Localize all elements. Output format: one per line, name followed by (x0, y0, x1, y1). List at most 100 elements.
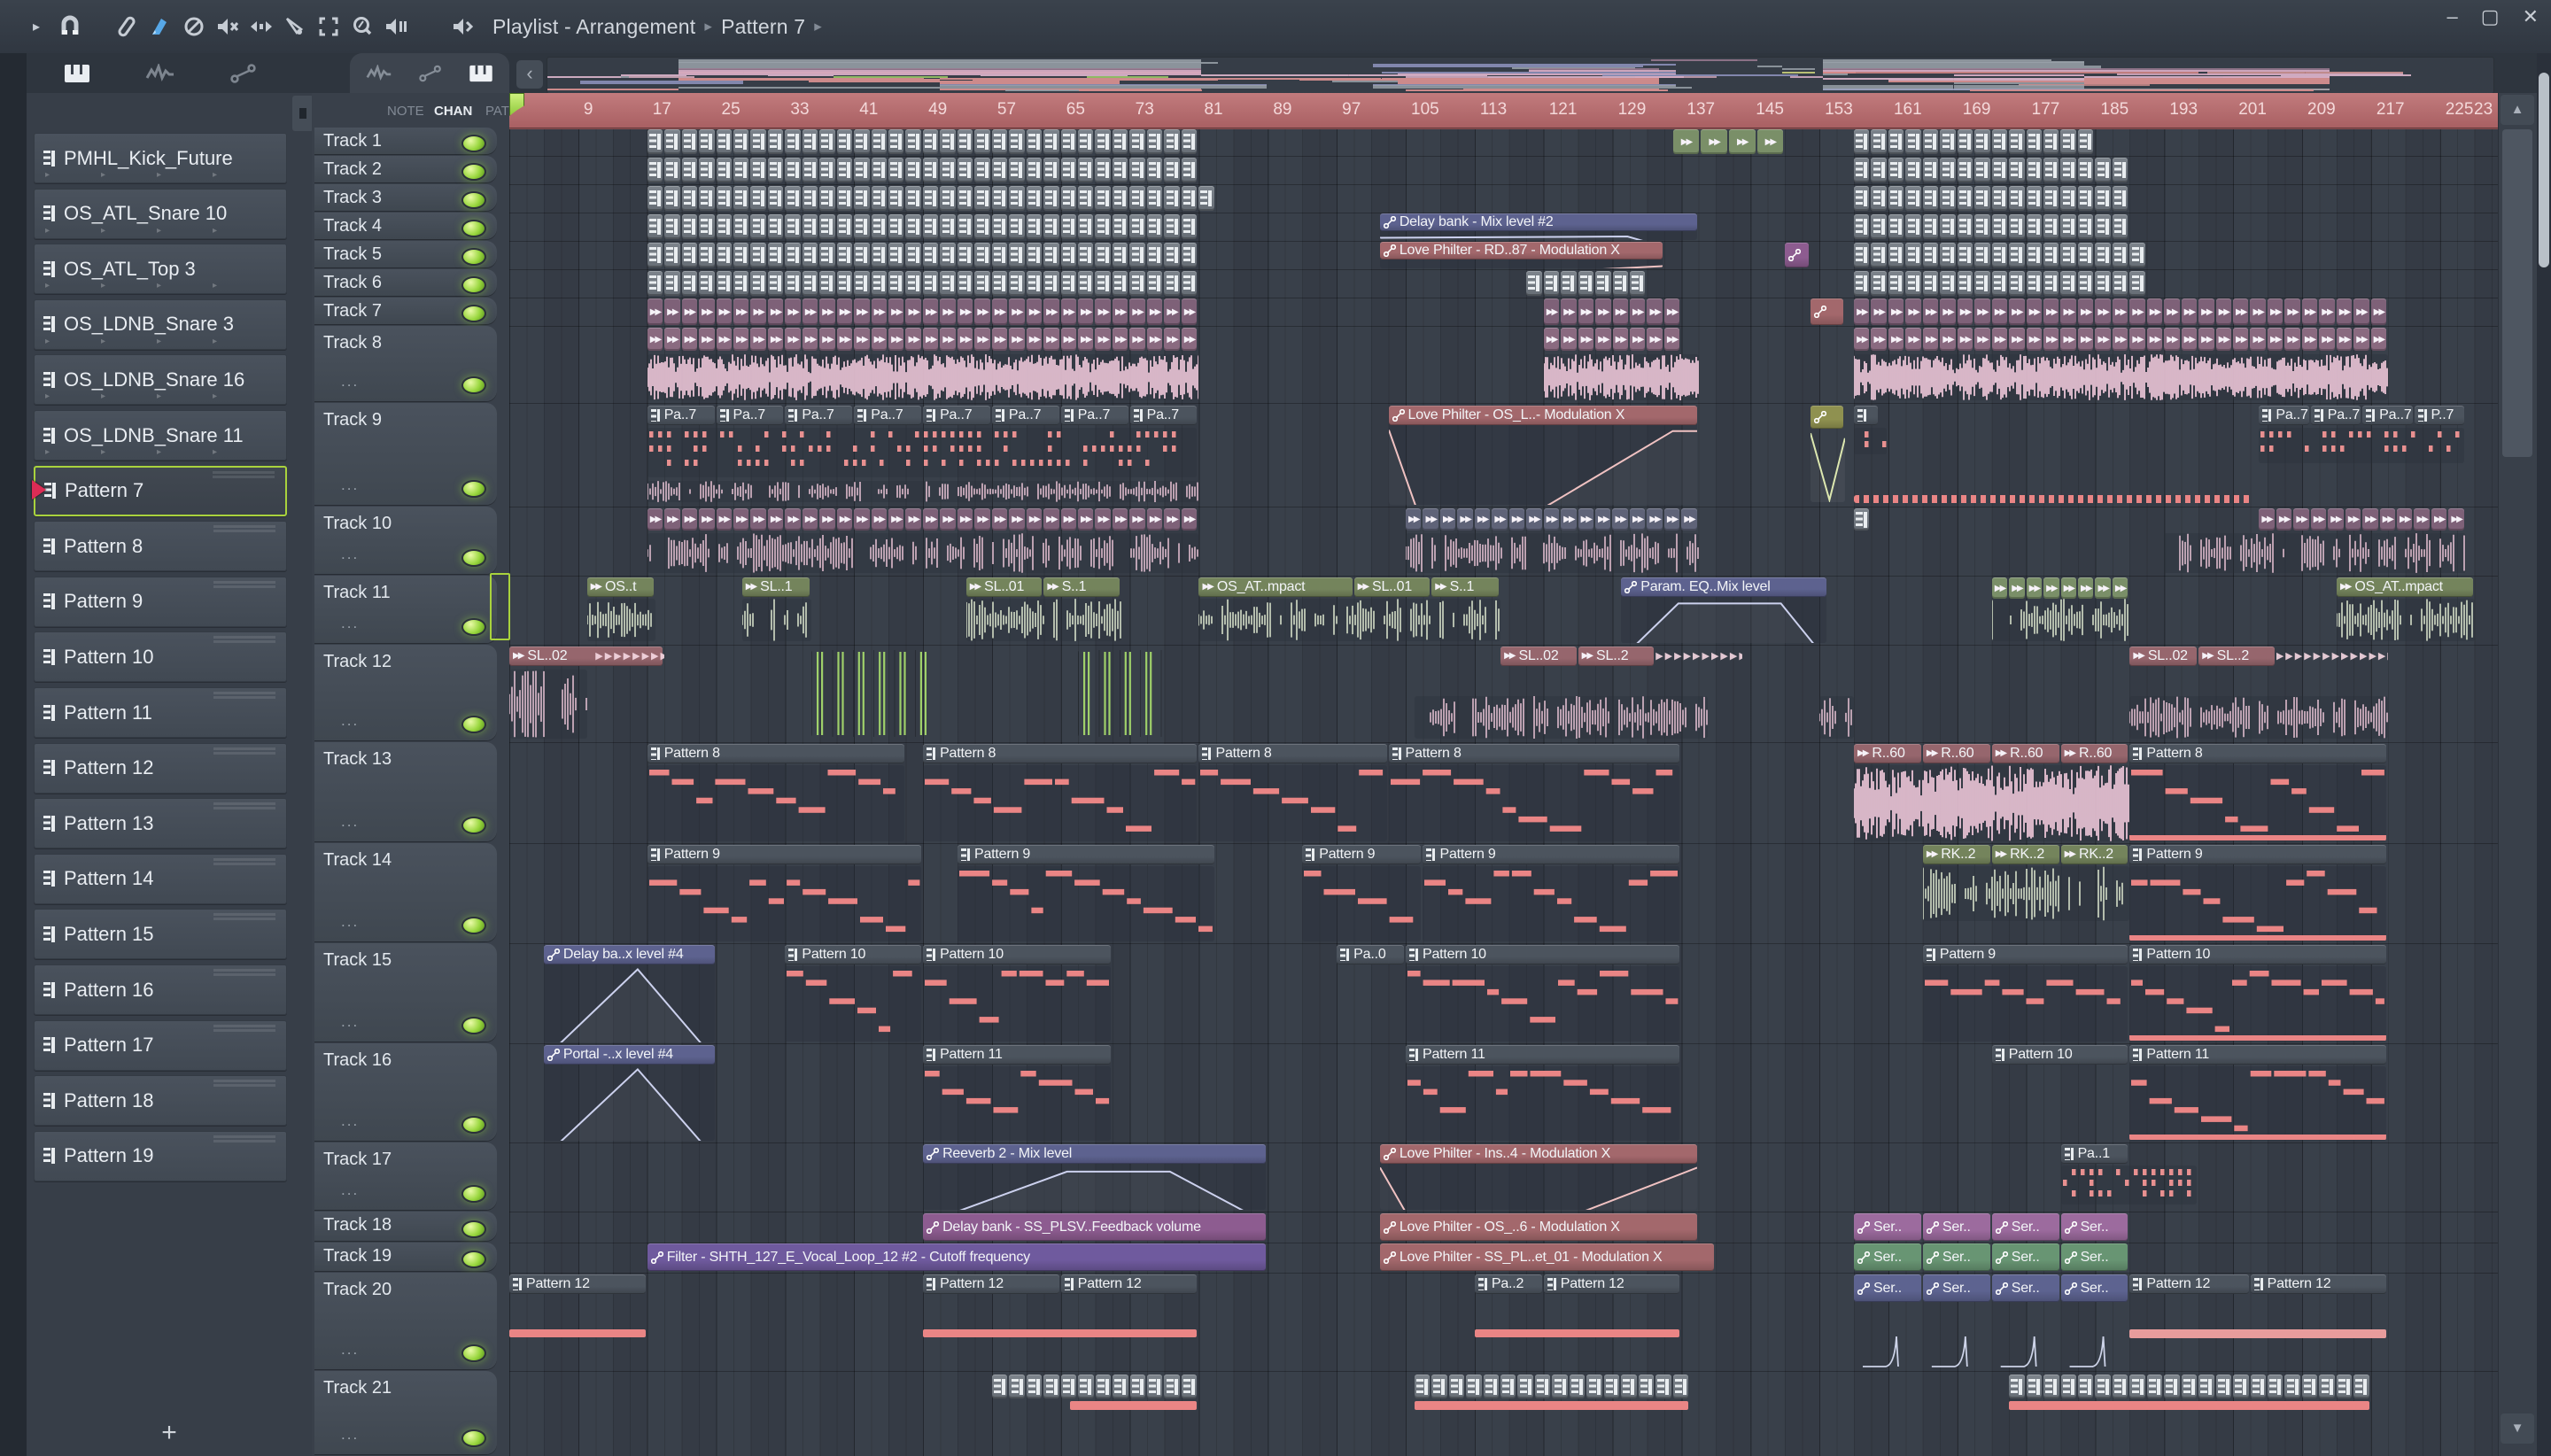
pattern-notes-body[interactable] (1406, 1066, 1680, 1141)
step-cell[interactable] (1957, 214, 1973, 239)
pattern-notes-body[interactable] (2129, 765, 2387, 841)
clip-pa-7[interactable]: Pa..7 (647, 406, 715, 425)
audio-waveform-clip[interactable] (2336, 599, 2475, 641)
step-cell[interactable] (1113, 1375, 1128, 1398)
arrow-cell[interactable]: ▶▶ (991, 298, 1008, 325)
step-cell[interactable] (1026, 1375, 1043, 1398)
step-clip-row[interactable] (991, 1375, 1199, 1398)
playlist-link-icon[interactable] (419, 65, 442, 82)
step-cell[interactable] (2043, 243, 2059, 267)
step-cell[interactable] (2112, 243, 2128, 267)
arrow-cell[interactable]: ▶▶ (664, 328, 680, 351)
pattern-notes-body[interactable] (958, 866, 1214, 941)
step-cell[interactable] (1078, 214, 1094, 239)
arrow-cell[interactable]: ▶▶ (647, 508, 663, 531)
step-cell[interactable] (1164, 1375, 1180, 1398)
step-cell[interactable] (974, 243, 990, 267)
sidebar-item-pattern-18[interactable]: Pattern 18 (34, 1075, 287, 1127)
pattern-arrow-clip-row[interactable]: ▶▶ ▶▶ ▶▶ ▶▶ (1672, 129, 1786, 154)
step-cell[interactable] (2095, 186, 2111, 211)
arrow-cell[interactable]: ▶▶ (2095, 577, 2111, 599)
arrow-cell[interactable]: ▶▶ (1663, 298, 1680, 325)
clip-r-60[interactable]: ▶▶ R..60 (1923, 744, 1990, 763)
arrow-cell[interactable]: ▶▶ (1543, 298, 1560, 325)
step-cell[interactable] (2146, 1375, 2163, 1398)
sidebar-item-pattern-15[interactable]: Pattern 15 (34, 909, 287, 960)
arrow-cell[interactable]: ▶▶ (2414, 508, 2430, 531)
scroll-up-button[interactable]: ▲ (2501, 95, 2534, 125)
arrow-cell[interactable]: ▶▶ (733, 328, 749, 351)
arrow-cell[interactable]: ▶▶ (2267, 298, 2283, 325)
arrow-cell[interactable]: ▶▶ (1561, 328, 1577, 351)
step-cell[interactable] (871, 186, 888, 211)
automation-curve-clip[interactable] (1811, 430, 1846, 502)
step-cell[interactable] (905, 271, 921, 296)
step-cell[interactable] (1112, 271, 1128, 296)
step-cell[interactable] (836, 243, 853, 267)
arrow-cell[interactable]: ▶▶ (836, 328, 853, 351)
arrow-cell[interactable]: ▶▶ (2009, 577, 2025, 599)
sidebar-item-pattern-17[interactable]: Pattern 17 (34, 1019, 287, 1071)
arrow-cell[interactable]: ▶▶ (2319, 298, 2335, 325)
step-cell[interactable] (888, 271, 904, 296)
step-cell[interactable] (1957, 271, 1973, 296)
step-cell[interactable] (957, 186, 973, 211)
step-cell[interactable] (2026, 186, 2043, 211)
track-activity-led[interactable] (461, 917, 486, 934)
clip-ser[interactable]: Ser.. (2061, 1274, 2128, 1302)
step-clip-row[interactable] (1854, 186, 2129, 211)
track-options-dots[interactable]: ... (341, 546, 359, 563)
step-cell[interactable] (1181, 129, 1198, 154)
step-cell[interactable] (1991, 214, 2008, 239)
arrow-cell[interactable]: ▶▶ (940, 298, 956, 325)
step-clip-row[interactable] (1526, 271, 1655, 296)
step-cell[interactable] (2043, 186, 2059, 211)
step-cell[interactable] (957, 129, 973, 154)
arrow-cell[interactable]: ▶▶ (1940, 298, 1956, 325)
step-cell[interactable] (2026, 214, 2043, 239)
arrow-cell[interactable]: ▶▶ (1526, 508, 1542, 531)
clip-os-at-mpact[interactable]: ▶▶ OS_AT..mpact (2337, 577, 2473, 597)
automation-header-delay-bank-mix-level-2[interactable]: Delay bank - Mix level #2 (1380, 213, 1697, 231)
step-cell[interactable] (836, 129, 853, 154)
arrow-cell[interactable]: ▶▶ (1543, 328, 1560, 351)
step-cell[interactable] (922, 158, 939, 182)
step-cell[interactable] (1922, 129, 1939, 154)
step-cell[interactable] (802, 214, 818, 239)
step-cell[interactable] (785, 129, 801, 154)
step-cell[interactable] (2181, 1375, 2198, 1398)
clip-pa-7[interactable]: Pa..7 (923, 406, 990, 425)
step-cell[interactable] (2078, 1375, 2094, 1398)
arrow-cell[interactable]: ▶▶ (1060, 328, 1077, 351)
clip-pattern-12[interactable]: Pattern 12 (1061, 1274, 1198, 1294)
step-cell[interactable] (733, 243, 749, 267)
arrow-cell[interactable]: ▶▶ (2379, 508, 2396, 531)
step-cell[interactable] (1181, 243, 1198, 267)
magnet-icon[interactable] (55, 12, 85, 42)
step-cell[interactable] (716, 186, 732, 211)
track-activity-led[interactable] (461, 191, 486, 209)
arrow-cell[interactable]: ▶▶ (1612, 328, 1628, 351)
step-cell[interactable] (1129, 1375, 1145, 1398)
step-cell[interactable] (1888, 243, 1904, 267)
step-cell[interactable] (2077, 186, 2094, 211)
step-cell[interactable] (1181, 271, 1198, 296)
automation-header-love-philter-os-l-modulation-x[interactable]: Love Philter - OS_L..- Modulation X (1389, 406, 1697, 425)
step-cell[interactable] (1095, 158, 1111, 182)
step-cell[interactable] (2215, 1375, 2232, 1398)
arrow-cell[interactable]: ▶▶ (2112, 298, 2128, 325)
step-cell[interactable] (940, 271, 956, 296)
arrow-cell[interactable]: ▶▶ (2310, 508, 2327, 531)
audio-waveform-clip[interactable] (1543, 354, 1699, 400)
step-cell[interactable] (1181, 1375, 1198, 1398)
arrow-cell[interactable]: ▶▶ (2095, 328, 2111, 351)
scroll-down-button[interactable]: ▼ (2501, 1413, 2534, 1444)
step-cell[interactable] (2060, 1375, 2076, 1398)
slip-tool-icon[interactable] (112, 12, 142, 42)
arrow-cell[interactable]: ▶▶ (2026, 298, 2043, 325)
arrow-cell[interactable]: ▶▶ (767, 298, 784, 325)
step-cell[interactable] (957, 243, 973, 267)
clip-pattern-10[interactable]: Pattern 10 (1406, 945, 1680, 964)
arrow-cell[interactable]: ▶▶ (1991, 328, 2008, 351)
automation-header-love-philter-rd-87-modulation-x[interactable]: Love Philter - RD..87 - Modulation X (1380, 242, 1663, 259)
